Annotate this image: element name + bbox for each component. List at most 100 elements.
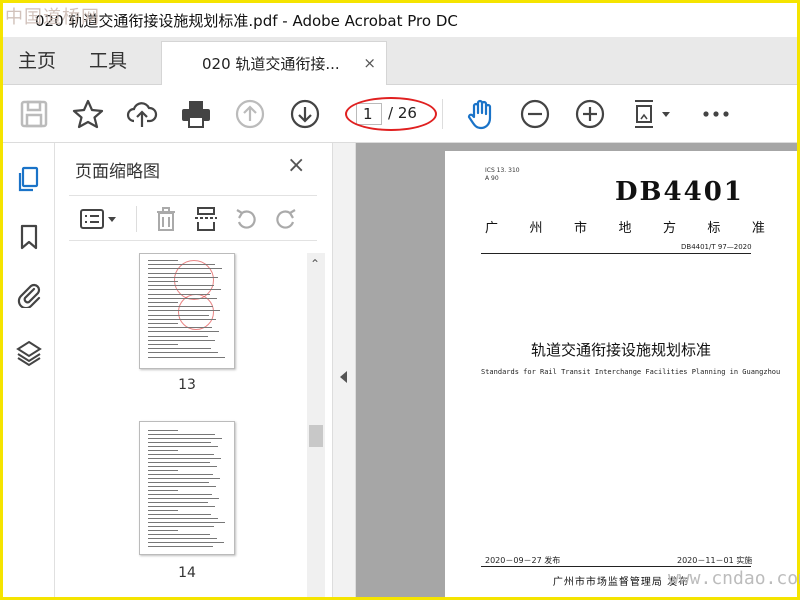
thumbnail-text-line: [148, 260, 178, 261]
thumbnail-text-line: [148, 482, 209, 483]
layers-icon[interactable]: [15, 339, 43, 367]
thumbnail-text-line: [148, 474, 213, 475]
page-up-icon[interactable]: [233, 97, 267, 131]
ccs-line: A 90: [485, 175, 499, 182]
thumbnail-text-line: [148, 348, 211, 350]
thumbnail-text-line: [148, 534, 210, 535]
main-toolbar: 1 / 26: [3, 85, 797, 143]
thumbnail-text-line: [148, 352, 218, 354]
thumbnail-text-line: [148, 306, 213, 308]
thumbnail-text-line: [148, 323, 178, 324]
thumbnail-text-line: [148, 310, 220, 312]
highlight-annotation: [345, 97, 437, 131]
standard-code: DB4401: [615, 177, 744, 207]
ics-line: ICS 13. 310: [485, 167, 520, 174]
thumbnail-text-line: [148, 514, 211, 515]
thumbnail-text-line: [148, 526, 214, 527]
document-viewer[interactable]: ICS 13. 310 A 90 DB4401 广 州 市 地 方 标 准 DB…: [356, 143, 797, 597]
thumbnail-text-line: [148, 450, 178, 451]
tab-document[interactable]: 020 轨道交通衔接... ×: [161, 41, 387, 85]
thumbnail-text-line: [148, 318, 216, 320]
panel-close-icon[interactable]: ×: [287, 153, 305, 178]
thumbnail-text-line: [148, 264, 215, 266]
document-page: ICS 13. 310 A 90 DB4401 广 州 市 地 方 标 准 DB…: [445, 151, 797, 597]
rotate-left-icon[interactable]: [233, 206, 259, 232]
panel-collapse-toggle[interactable]: [332, 143, 356, 597]
print-icon[interactable]: [179, 97, 213, 131]
zoom-in-icon[interactable]: [573, 97, 607, 131]
fit-page-icon[interactable]: [629, 97, 673, 131]
watermark-logo: 中国道桥网: [5, 7, 100, 28]
thumbnail-text-line: [148, 518, 218, 519]
thumbnail-text-line: [148, 458, 221, 459]
tab-close-icon[interactable]: ×: [363, 54, 376, 72]
thumbnail-page-13[interactable]: [139, 253, 235, 369]
panel-title: 页面缩略图: [75, 162, 160, 182]
acrobat-window: 020 轨道交通衔接设施规划标准.pdf - Adobe Acrobat Pro…: [3, 3, 797, 597]
cloud-upload-icon[interactable]: [125, 97, 159, 131]
chevron-left-icon[interactable]: [340, 371, 347, 383]
thumbnail-text-line: [148, 502, 208, 503]
standard-type-char: 广: [485, 221, 499, 236]
thumbnail-text-line: [148, 434, 215, 435]
document-title-english: Standards for Rail Transit Interchange F…: [481, 368, 781, 376]
title-bar: 020 轨道交通衔接设施规划标准.pdf - Adobe Acrobat Pro…: [3, 3, 797, 37]
thumbnail-label: 13: [178, 377, 196, 393]
thumbnail-panel: 页面缩略图 × 13 14 ⌃: [55, 143, 332, 597]
options-menu-icon[interactable]: [79, 206, 119, 232]
bookmark-star-icon[interactable]: [71, 97, 105, 131]
thumbnail-text-line: [148, 538, 217, 539]
thumbnail-scrollbar[interactable]: ⌃: [307, 253, 325, 597]
page-down-icon[interactable]: [288, 97, 322, 131]
divider: [481, 566, 751, 567]
thumbnail-toolbar: [69, 195, 317, 241]
thumbnail-text-line: [148, 430, 178, 431]
standard-type-char: 准: [751, 221, 765, 236]
thumbnail-text-line: [148, 339, 215, 341]
thumbnail-text-line: [148, 281, 178, 282]
attachments-icon[interactable]: [15, 280, 43, 310]
thumbnail-page-14[interactable]: [139, 421, 235, 555]
thumbnail-text-line: [148, 510, 178, 511]
tab-bar: 主页 工具 020 轨道交通衔接... ×: [3, 37, 797, 85]
toolbar-divider: [442, 99, 443, 129]
thumbnail-text-line: [148, 446, 218, 447]
scrollbar-thumb[interactable]: [309, 425, 323, 447]
divider: [481, 253, 751, 254]
thumbnail-text-line: [148, 530, 178, 531]
navigation-rail: [3, 143, 55, 597]
thumbnail-text-line: [148, 289, 221, 291]
tab-home[interactable]: 主页: [18, 37, 56, 85]
thumbnail-text-line: [148, 486, 216, 487]
thumbnail-text-line: [148, 331, 219, 333]
thumbnail-text-line: [148, 314, 209, 316]
rotate-right-icon[interactable]: [273, 206, 299, 232]
page-thumbnails-icon[interactable]: [15, 165, 43, 193]
thumbnail-text-line: [148, 327, 212, 329]
thumbnail-text-line: [148, 490, 178, 491]
thumbnail-text-line: [148, 542, 224, 543]
standard-type-char: 标: [707, 221, 721, 236]
thumbnail-text-line: [148, 466, 217, 467]
hand-tool-icon[interactable]: [464, 97, 498, 131]
standard-type-char: 市: [573, 221, 587, 236]
standard-type: 广 州 市 地 方 标 准: [485, 217, 765, 236]
delete-page-icon[interactable]: [153, 206, 179, 232]
bookmarks-icon[interactable]: [15, 223, 43, 251]
thumbnail-text-line: [148, 268, 222, 270]
save-icon[interactable]: [17, 97, 51, 131]
thumbnail-label: 14: [178, 565, 196, 581]
more-icon[interactable]: [699, 97, 733, 131]
thumbnail-list: 13 14: [55, 253, 303, 597]
thumbnail-text-line: [148, 356, 225, 358]
zoom-out-icon[interactable]: [518, 97, 552, 131]
thumbnail-text-line: [148, 442, 211, 443]
page-ics-code: ICS 13. 310 A 90: [485, 167, 520, 183]
standard-number: DB4401/T 97—2020: [681, 243, 752, 251]
extract-page-icon[interactable]: [193, 206, 219, 232]
thumbnail-text-line: [148, 285, 214, 287]
thumbnail-toolbar-divider: [136, 206, 137, 232]
standard-type-char: 州: [529, 221, 543, 236]
tab-tools[interactable]: 工具: [89, 37, 127, 85]
chevron-up-icon[interactable]: ⌃: [310, 257, 320, 271]
